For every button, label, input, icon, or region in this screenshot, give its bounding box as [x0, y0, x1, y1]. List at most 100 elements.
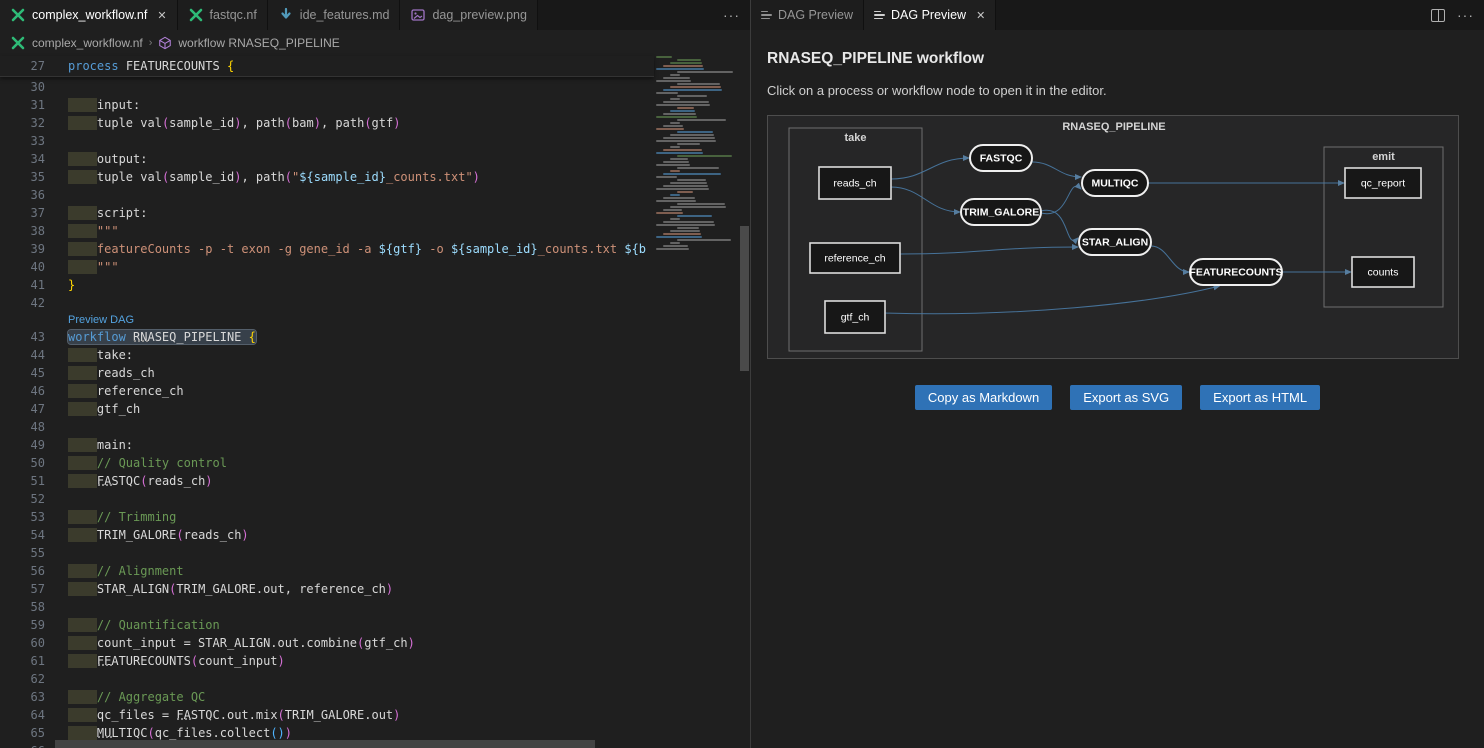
code-line-55[interactable]: 55 [0, 544, 654, 562]
dag-node-STAR_ALIGN[interactable]: STAR_ALIGN [1079, 229, 1151, 255]
breadcrumb-file[interactable]: complex_workflow.nf [32, 36, 143, 50]
minimap-line [656, 212, 683, 214]
code-line-34[interactable]: 34 output: [0, 150, 654, 168]
code-line-54[interactable]: 54 TRIM_GALORE(reads_ch) [0, 526, 654, 544]
export-as-svg-button[interactable]: Export as SVG [1070, 385, 1182, 410]
line-number: 56 [0, 562, 45, 580]
code-line-39[interactable]: 39 featureCounts -p -t exon -g gene_id -… [0, 240, 654, 258]
code-line-61[interactable]: 61 FEATURECOUNTS(count_input) [0, 652, 654, 670]
horizontal-scrollbar[interactable] [55, 740, 595, 748]
line-content [45, 186, 68, 204]
code-line-41[interactable]: 41} [0, 276, 654, 294]
code-line-30[interactable]: 30 [0, 78, 654, 96]
image-icon [410, 7, 426, 23]
code-line-62[interactable]: 62 [0, 670, 654, 688]
vertical-scrollbar-thumb[interactable] [740, 226, 749, 371]
tab-close-icon[interactable]: ✕ [976, 9, 985, 22]
breadcrumb[interactable]: complex_workflow.nf › workflow RNASEQ_PI… [0, 30, 750, 56]
code-line-58[interactable]: 58 [0, 598, 654, 616]
minimap-line [670, 218, 680, 220]
tab-dag-preview-r0[interactable]: DAG Preview [751, 0, 864, 30]
minimap-line [656, 188, 709, 190]
dag-edge-TRIM_GALORE-MULTIQC [1041, 186, 1081, 213]
codelens-preview-dag[interactable]: Preview DAG [0, 312, 654, 328]
minimap-line [677, 155, 732, 157]
code-line-49[interactable]: 49 main: [0, 436, 654, 454]
dag-node-MULTIQC[interactable]: MULTIQC [1082, 170, 1148, 196]
line-number: 55 [0, 544, 45, 562]
dag-node-reads_ch[interactable]: reads_ch [819, 167, 891, 199]
code-line-31[interactable]: 31 input: [0, 96, 654, 114]
minimap-line [656, 56, 672, 58]
code-line-64[interactable]: 64 qc_files = FASTQC.out.mix(TRIM_GALORE… [0, 706, 654, 724]
line-content [45, 670, 68, 688]
code-line-46[interactable]: 46 reference_ch [0, 382, 654, 400]
code-line-42[interactable]: 42 [0, 294, 654, 312]
dag-edge-reads_ch-FASTQC [891, 158, 969, 179]
dag-edge-gtf_ch-FEATURECOUNTS [885, 286, 1219, 314]
code-line-37[interactable]: 37 script: [0, 204, 654, 222]
line-number: 62 [0, 670, 45, 688]
minimap-line [656, 200, 696, 202]
copy-as-markdown-button[interactable]: Copy as Markdown [915, 385, 1052, 410]
code-line-27[interactable]: 27process FEATURECOUNTS { [0, 56, 654, 77]
code-line-44[interactable]: 44 take: [0, 346, 654, 364]
code-line-43[interactable]: 43workflow RNASEQ_PIPELINE { [0, 328, 654, 346]
dag-node-FASTQC[interactable]: FASTQC [970, 145, 1032, 171]
code-line-47[interactable]: 47 gtf_ch [0, 400, 654, 418]
tab-label: DAG Preview [778, 8, 853, 22]
tab-close-icon[interactable]: ✕ [157, 9, 166, 22]
tab-complex-workflow-nf-l0[interactable]: complex_workflow.nf✕ [0, 0, 178, 30]
dag-node-counts[interactable]: counts [1352, 257, 1414, 287]
code-line-51[interactable]: 51 FASTQC(reads_ch) [0, 472, 654, 490]
minimap-line [677, 179, 706, 181]
dag-preview-panel: RNASEQ_PIPELINE workflow Click on a proc… [751, 30, 1484, 748]
dag-node-gtf_ch[interactable]: gtf_ch [825, 301, 885, 333]
export-as-html-button[interactable]: Export as HTML [1200, 385, 1320, 410]
tab-dag-preview-png-l3[interactable]: dag_preview.png [400, 0, 538, 30]
code-line-38[interactable]: 38 """ [0, 222, 654, 240]
code-editor[interactable]: 27process FEATURECOUNTS { 3031 input:32 … [0, 56, 750, 748]
tab-ide-features-md-l2[interactable]: ide_features.md [268, 0, 401, 30]
code-line-57[interactable]: 57 STAR_ALIGN(TRIM_GALORE.out, reference… [0, 580, 654, 598]
code-line-56[interactable]: 56 // Alignment [0, 562, 654, 580]
code-line-52[interactable]: 52 [0, 490, 654, 508]
tab-fastqc-nf-l1[interactable]: fastqc.nf [178, 0, 268, 30]
tab-overflow-button[interactable]: ··· [723, 7, 740, 23]
code-area[interactable]: 3031 input:32 tuple val(sample_id), path… [0, 78, 654, 748]
minimap[interactable] [654, 56, 739, 748]
code-line-59[interactable]: 59 // Quantification [0, 616, 654, 634]
line-number: 31 [0, 96, 45, 114]
dag-node-qc_report[interactable]: qc_report [1345, 168, 1421, 198]
tab-strip-spacer [996, 0, 1421, 30]
code-line-63[interactable]: 63 // Aggregate QC [0, 688, 654, 706]
code-line-45[interactable]: 45 reads_ch [0, 364, 654, 382]
code-line-36[interactable]: 36 [0, 186, 654, 204]
code-line-35[interactable]: 35 tuple val(sample_id), path("${sample_… [0, 168, 654, 186]
breadcrumb-separator: › [149, 37, 153, 49]
dag-diagram: RNASEQ_PIPELINEtakeemitreads_chreference… [767, 115, 1459, 359]
vertical-scrollbar[interactable] [739, 56, 750, 748]
code-line-50[interactable]: 50 // Quality control [0, 454, 654, 472]
code-line-53[interactable]: 53 // Trimming [0, 508, 654, 526]
code-line-60[interactable]: 60 count_input = STAR_ALIGN.out.combine(… [0, 634, 654, 652]
line-number: 38 [0, 222, 45, 240]
minimap-line [670, 98, 680, 100]
line-content: workflow RNASEQ_PIPELINE { [45, 328, 256, 346]
line-number: 61 [0, 652, 45, 670]
sticky-scroll-line[interactable]: 27process FEATURECOUNTS { [0, 56, 654, 77]
tab-dag-preview-r1[interactable]: DAG Preview✕ [864, 0, 996, 30]
dag-node-TRIM_GALORE[interactable]: TRIM_GALORE [961, 199, 1041, 225]
code-line-32[interactable]: 32 tuple val(sample_id), path(bam), path… [0, 114, 654, 132]
line-number: 36 [0, 186, 45, 204]
split-editor-icon[interactable] [1431, 9, 1445, 22]
code-line-40[interactable]: 40 """ [0, 258, 654, 276]
line-content: output: [45, 150, 147, 168]
code-line-33[interactable]: 33 [0, 132, 654, 150]
code-line-48[interactable]: 48 [0, 418, 654, 436]
dag-node-FEATURECOUNTS[interactable]: FEATURECOUNTS [1189, 259, 1282, 285]
dag-node-reference_ch[interactable]: reference_ch [810, 243, 900, 273]
more-actions-button[interactable]: ··· [1457, 7, 1474, 23]
breadcrumb-symbol[interactable]: workflow RNASEQ_PIPELINE [178, 36, 339, 50]
minimap-line [656, 92, 678, 94]
